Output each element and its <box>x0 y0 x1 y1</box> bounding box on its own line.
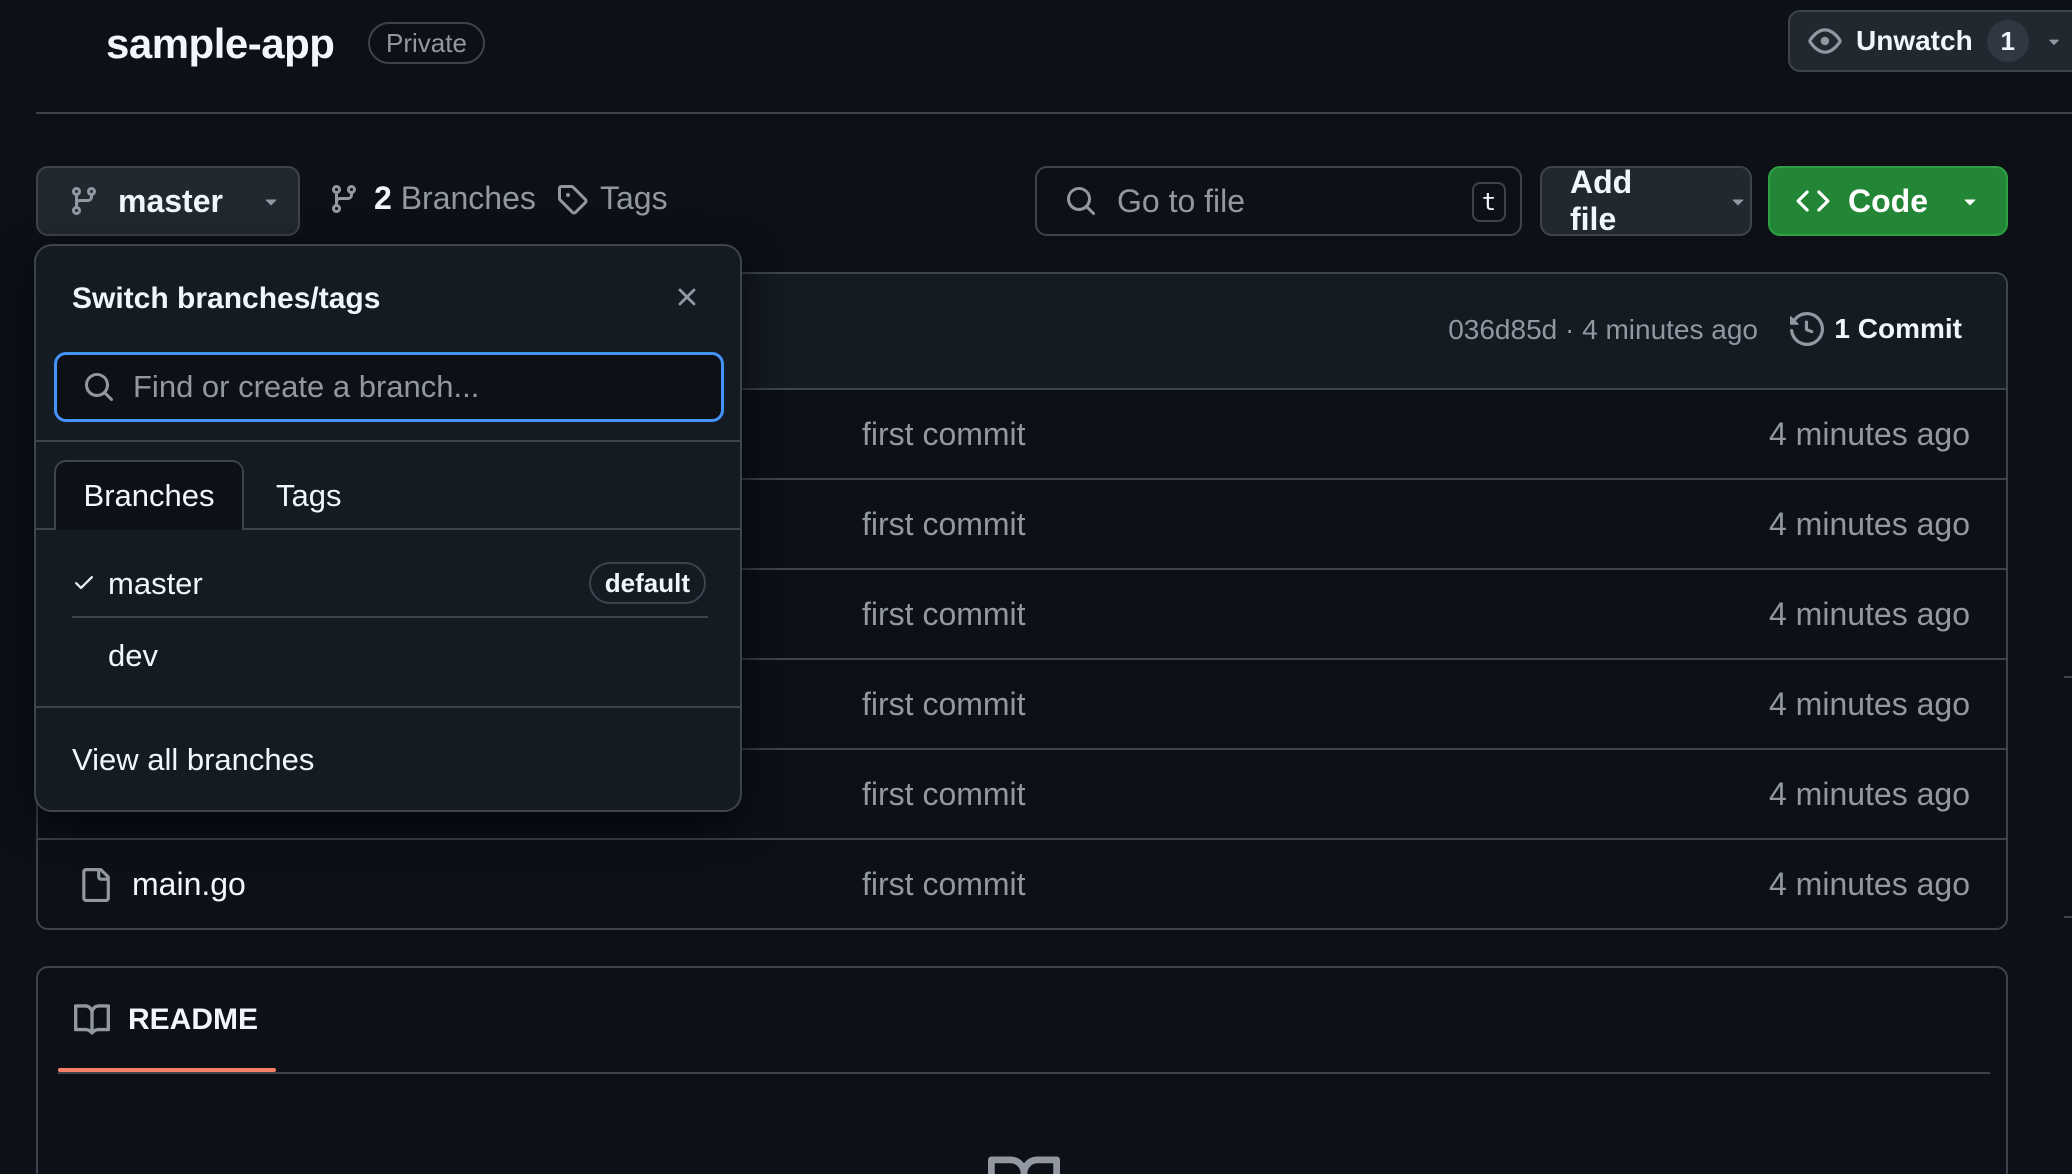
branch-filter-field[interactable] <box>54 352 724 422</box>
branch-switcher-dropdown: Switch branches/tags Branches Tags maste… <box>34 244 742 812</box>
file-name-link[interactable]: main.go <box>132 866 246 903</box>
view-all-branches-link[interactable]: View all branches <box>72 742 314 778</box>
latest-commit-meta[interactable]: 036d85d · 4 minutes ago <box>1448 314 1758 346</box>
chevron-down-icon <box>259 189 283 213</box>
commit-time: 4 minutes ago <box>1768 776 1970 812</box>
commit-time: 4 minutes ago <box>1768 866 1970 902</box>
repo-page: sample-app Private Unwatch 1 master 2 Br… <box>0 0 2072 1174</box>
branch-name: dev <box>108 638 158 673</box>
readme-divider <box>58 1072 1990 1074</box>
dropdown-title: Switch branches/tags <box>72 282 381 315</box>
commit-message-link[interactable]: first commit <box>862 686 1026 723</box>
current-branch-label: master <box>118 182 223 219</box>
branch-select-button[interactable]: master <box>36 166 300 236</box>
readme-panel: README <box>36 966 2008 1174</box>
book-icon <box>74 1002 110 1038</box>
readme-tab[interactable]: README <box>74 1002 258 1038</box>
branch-item-dev[interactable]: dev <box>36 618 740 688</box>
dropdown-divider <box>36 706 740 708</box>
commit-time: 4 minutes ago <box>1768 416 1970 452</box>
chevron-down-icon <box>1726 189 1750 213</box>
commit-time: 4 minutes ago <box>1768 686 1970 722</box>
branch-count: 2 <box>374 180 392 216</box>
tab-tags[interactable]: Tags <box>276 478 341 514</box>
commit-message-link[interactable]: first commit <box>862 776 1026 813</box>
branches-label: Branches <box>400 180 536 216</box>
add-file-button[interactable]: Add file <box>1540 164 1752 237</box>
code-label: Code <box>1848 182 1928 219</box>
visibility-badge: Private <box>368 22 485 64</box>
commit-message-link[interactable]: first commit <box>862 416 1026 453</box>
branches-link[interactable]: 2 Branches <box>328 180 536 217</box>
check-icon <box>72 570 96 594</box>
branch-filter-input[interactable] <box>133 369 693 405</box>
go-to-file-field[interactable]: t <box>1035 166 1522 236</box>
book-icon <box>988 1152 1060 1174</box>
tags-label: Tags <box>600 180 668 216</box>
code-button[interactable]: Code <box>1768 166 2008 236</box>
search-icon <box>83 371 115 403</box>
commit-time: 4 minutes ago <box>1768 506 1970 542</box>
commit-message-link[interactable]: first commit <box>862 866 1026 903</box>
git-branch-icon <box>328 183 360 215</box>
default-branch-badge: default <box>588 562 706 604</box>
readme-tab-label: README <box>128 1003 259 1036</box>
close-icon[interactable] <box>672 282 702 312</box>
eye-icon <box>1808 24 1842 58</box>
sidebar-divider <box>2064 916 2072 918</box>
tags-link[interactable]: Tags <box>556 180 668 217</box>
commit-history-link[interactable]: 1 Commit <box>1790 312 1962 346</box>
header-divider <box>36 112 2072 114</box>
sidebar-divider <box>2064 676 2072 678</box>
repo-name-link[interactable]: sample-app <box>106 20 335 68</box>
keyboard-shortcut-hint: t <box>1472 182 1506 222</box>
tag-icon <box>556 183 588 215</box>
commit-count-label: 1 Commit <box>1834 313 1962 344</box>
watcher-count: 1 <box>1986 20 2029 62</box>
commit-message-link[interactable]: first commit <box>862 506 1026 543</box>
add-file-label: Add file <box>1570 164 1633 237</box>
chevron-down-icon <box>2043 30 2065 52</box>
unwatch-button[interactable]: Unwatch 1 <box>1788 10 2072 72</box>
chevron-down-icon <box>1958 189 1982 213</box>
commit-time: 4 minutes ago <box>1768 596 1970 632</box>
table-row[interactable]: main.go first commit 4 minutes ago <box>38 840 2006 928</box>
file-icon <box>78 868 112 902</box>
commit-message-link[interactable]: first commit <box>862 596 1026 633</box>
search-icon <box>1065 185 1097 217</box>
tab-branches[interactable]: Branches <box>54 460 244 530</box>
go-to-file-input[interactable] <box>1117 182 1457 220</box>
git-branch-icon <box>68 185 100 217</box>
history-icon <box>1790 312 1825 346</box>
branch-item-master[interactable]: master default <box>36 546 740 616</box>
dropdown-divider <box>36 440 740 442</box>
code-icon <box>1796 184 1830 218</box>
unwatch-label: Unwatch <box>1856 25 1973 56</box>
branch-name: master <box>108 566 203 601</box>
